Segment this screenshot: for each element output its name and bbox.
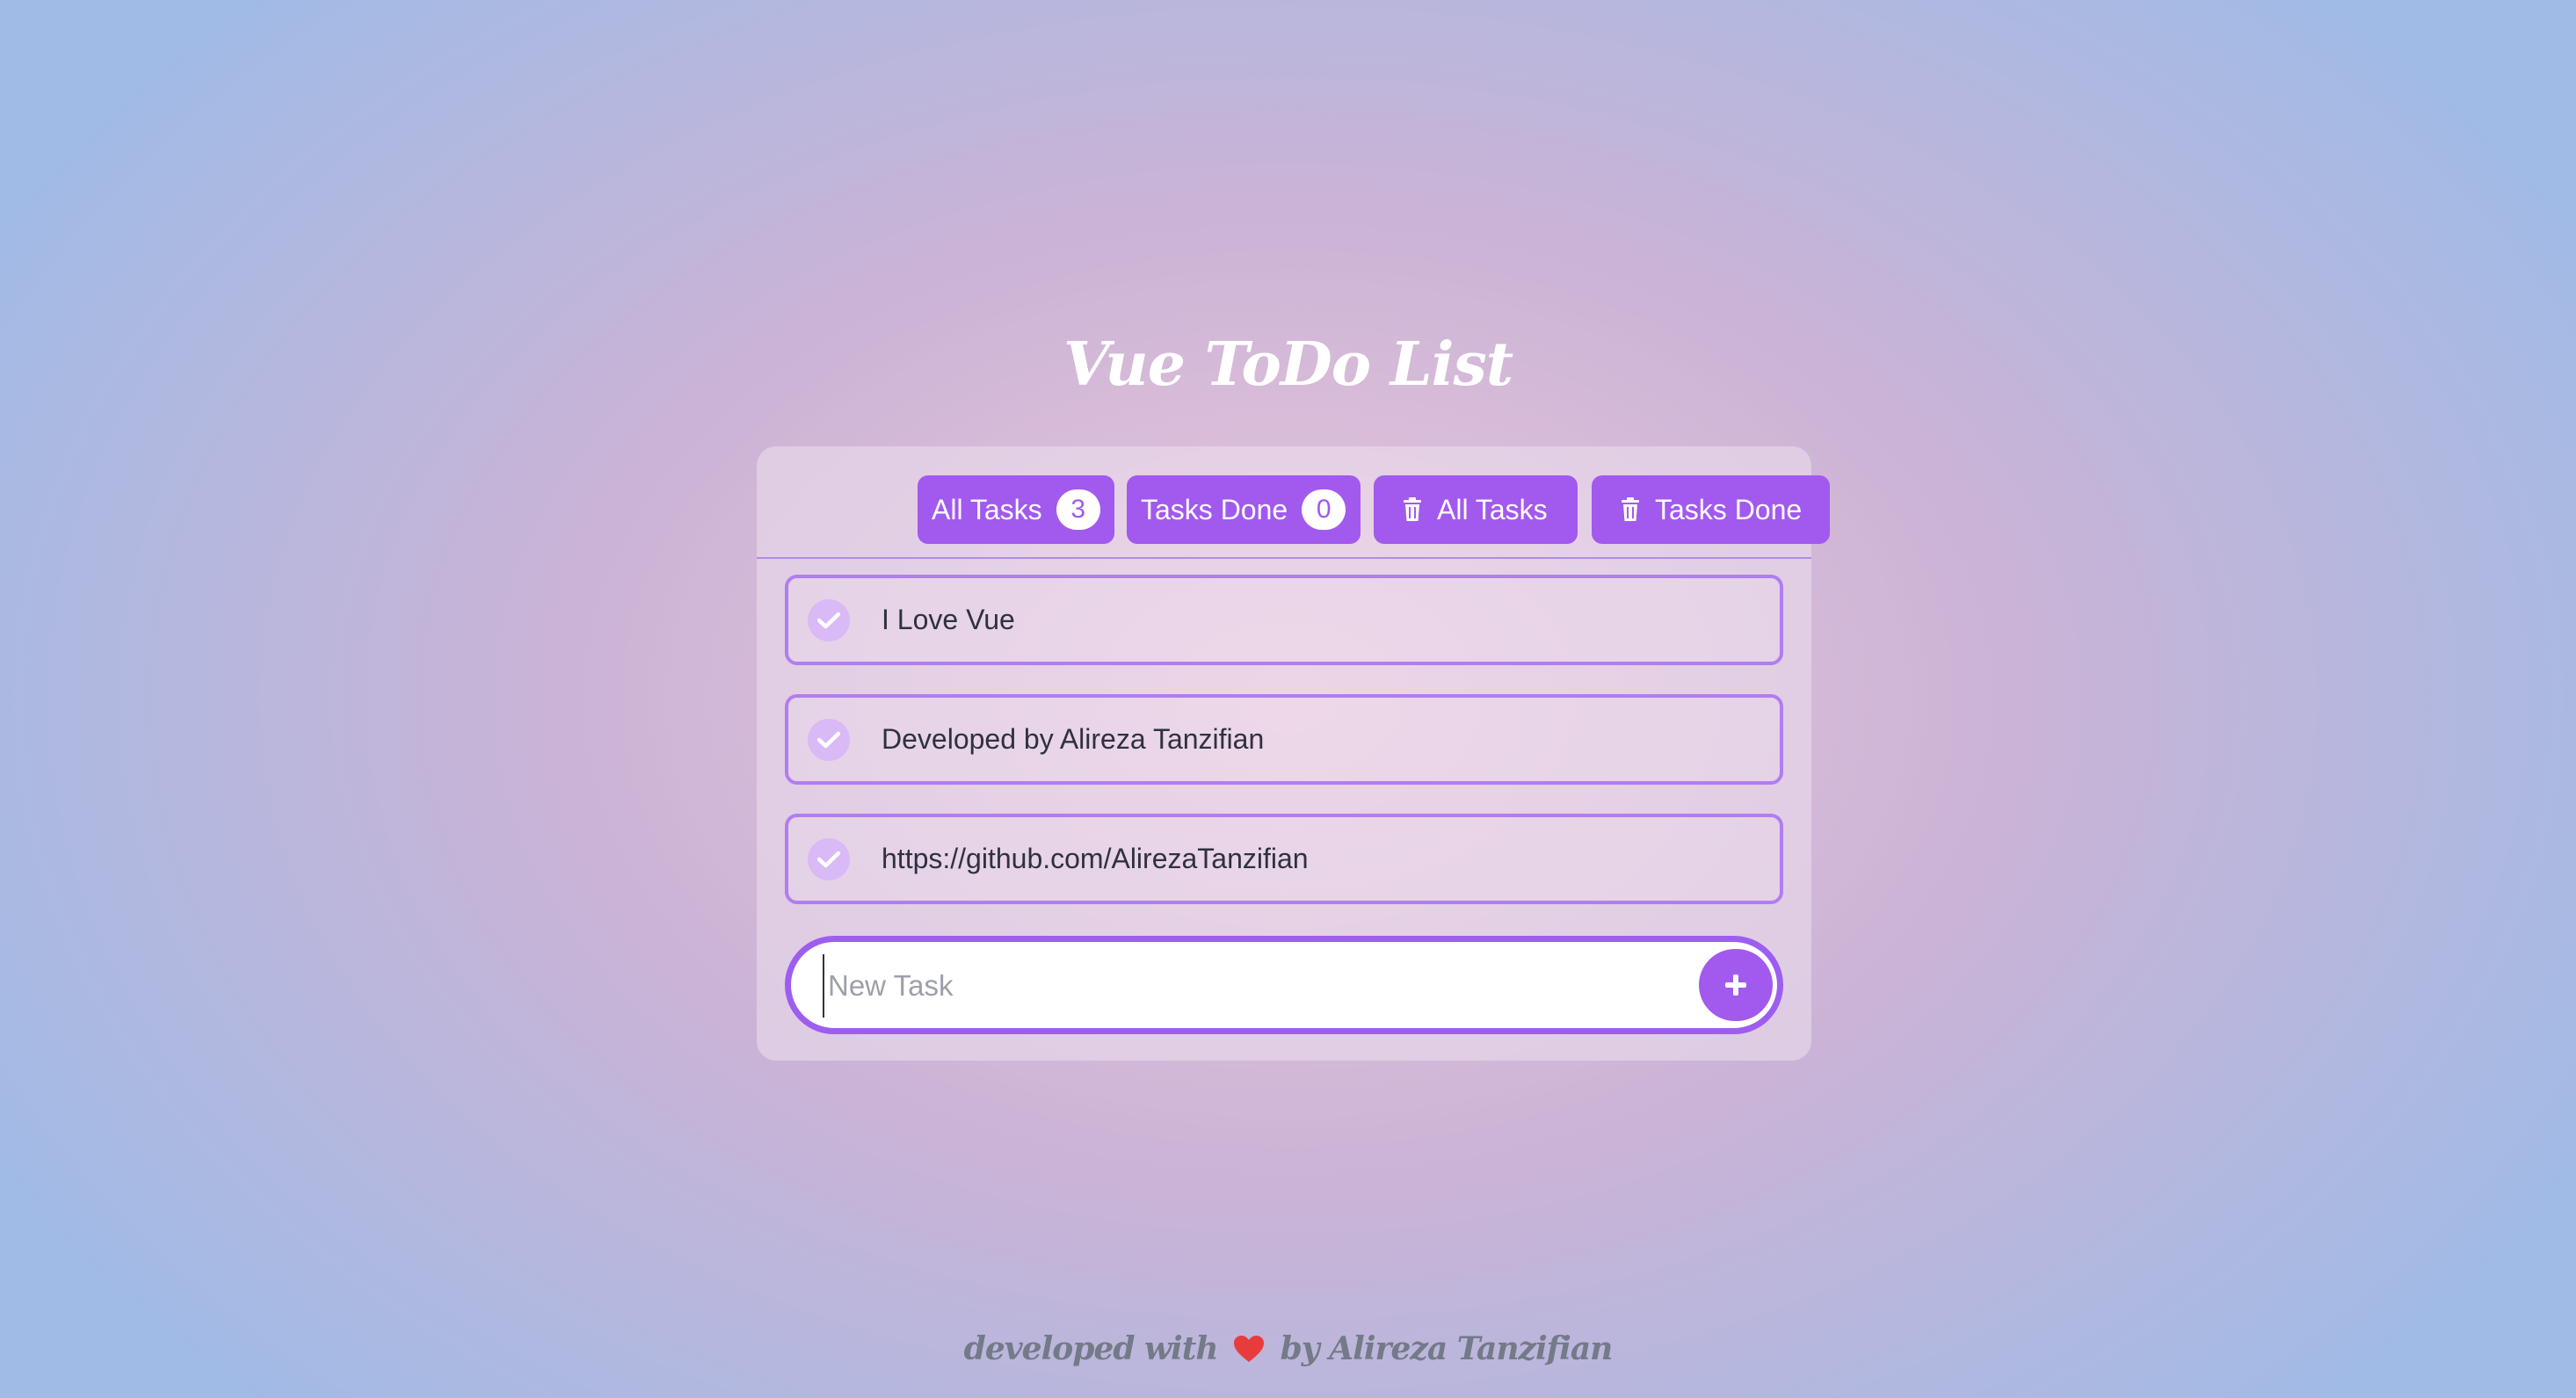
todo-card: All Tasks 3 Tasks Done 0 All Tasks Tasks…	[757, 446, 1830, 1061]
task-checkbox-check-icon[interactable]	[808, 599, 850, 641]
toolbar: All Tasks 3 Tasks Done 0 All Tasks Tasks…	[757, 446, 1830, 559]
delete-done-tasks-button[interactable]: Tasks Done	[1592, 475, 1830, 544]
page-title: Vue ToDo List	[1063, 330, 1513, 400]
all-tasks-count-badge: 3	[1056, 489, 1100, 530]
new-task-input[interactable]	[823, 954, 1673, 1018]
task-item[interactable]: https://github.com/AlirezaTanzifian	[785, 814, 1783, 904]
task-text: Developed by Alireza Tanzifian	[882, 723, 1265, 755]
task-item[interactable]: Developed by Alireza Tanzifian	[785, 694, 1783, 785]
tasks-done-filter-label: Tasks Done	[1141, 493, 1288, 525]
all-tasks-filter-label: All Tasks	[932, 493, 1042, 525]
task-text: I Love Vue	[882, 604, 1015, 635]
task-item[interactable]: I Love Vue	[785, 575, 1783, 665]
footer-credit: developed with by Alireza Tanzifian	[0, 1327, 2576, 1371]
delete-all-tasks-label: All Tasks	[1437, 493, 1548, 525]
task-text: https://github.com/AlirezaTanzifian	[882, 843, 1309, 874]
tasks-done-count-badge: 0	[1302, 489, 1346, 530]
plus-icon	[1723, 973, 1748, 997]
add-task-button[interactable]	[1699, 949, 1773, 1021]
trash-icon	[1402, 497, 1423, 522]
footer-suffix: by Alireza Tanzifian	[1280, 1330, 1614, 1367]
new-task-form	[785, 936, 1783, 1034]
task-checkbox-check-icon[interactable]	[808, 719, 850, 761]
footer-prefix: developed with	[963, 1330, 1219, 1367]
tasks-done-filter-button[interactable]: Tasks Done 0	[1127, 475, 1361, 544]
heart-icon	[1233, 1327, 1265, 1371]
all-tasks-filter-button[interactable]: All Tasks 3	[918, 475, 1114, 544]
trash-icon	[1620, 497, 1641, 522]
delete-done-tasks-label: Tasks Done	[1655, 493, 1803, 525]
delete-all-tasks-button[interactable]: All Tasks	[1374, 475, 1578, 544]
task-checkbox-check-icon[interactable]	[808, 838, 850, 880]
